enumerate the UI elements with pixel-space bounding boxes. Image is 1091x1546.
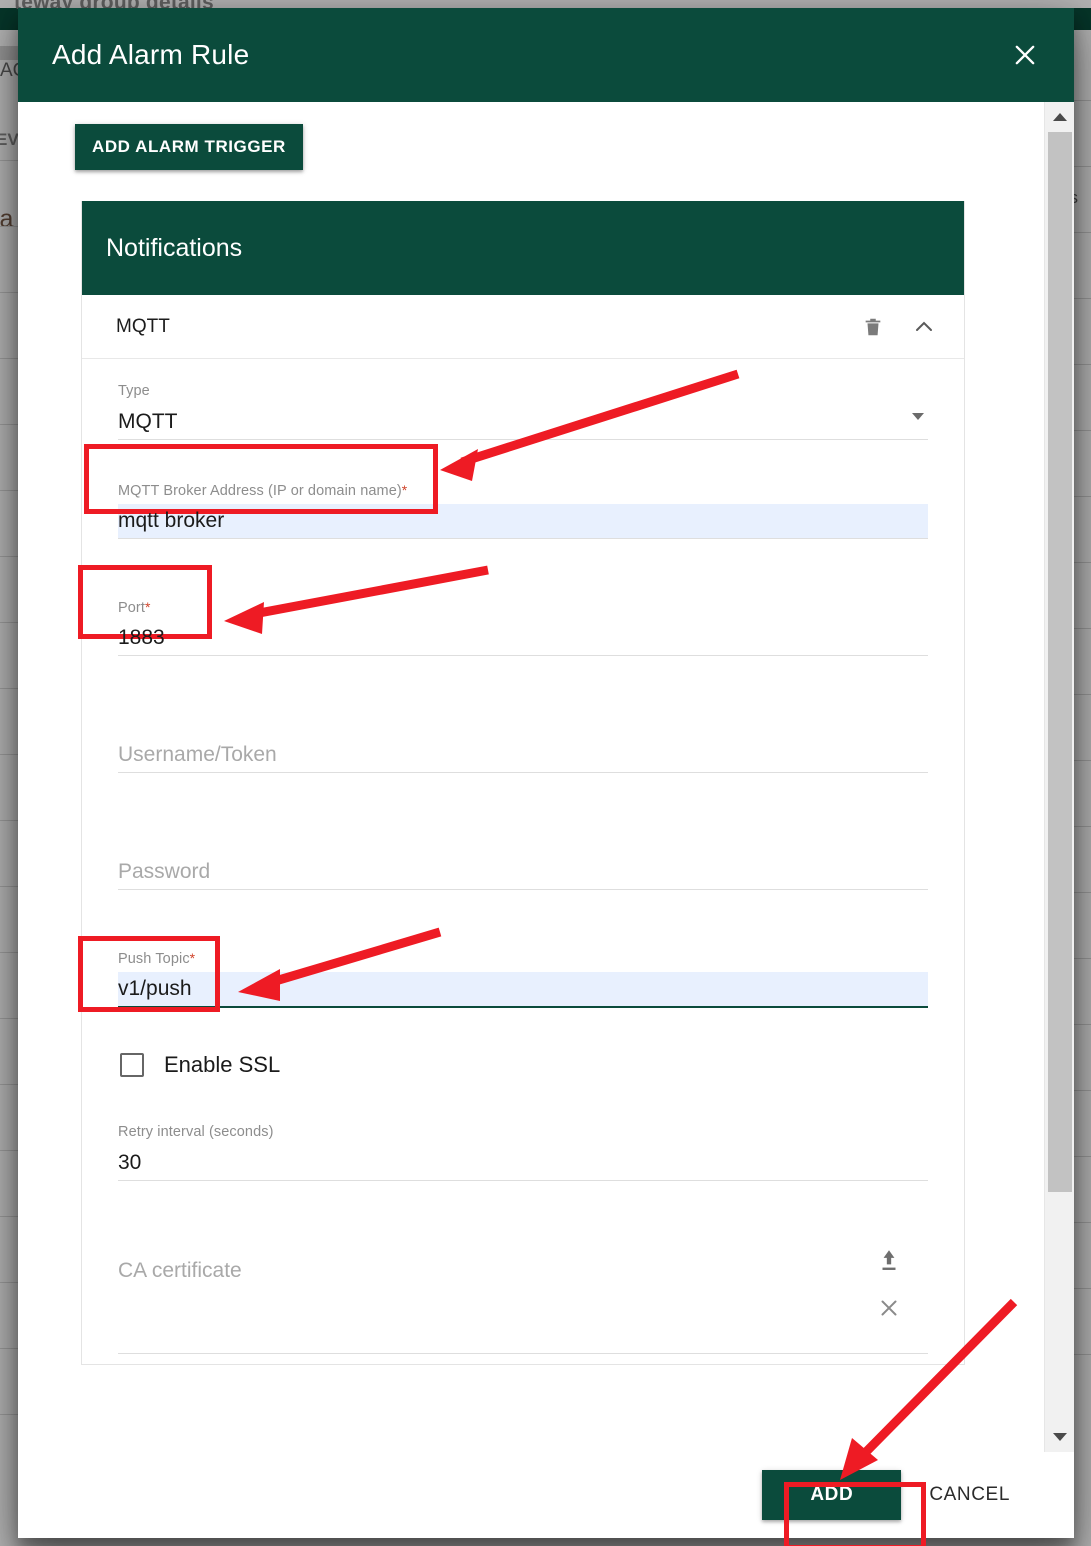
field-username-underline [118, 772, 928, 773]
field-push-topic-underline [118, 1006, 928, 1008]
chevron-up-icon[interactable] [912, 315, 936, 339]
enable-ssl-row[interactable]: Enable SSL [120, 1052, 928, 1078]
ca-certificate-actions [876, 1247, 902, 1321]
add-button[interactable]: ADD [762, 1470, 902, 1520]
field-type[interactable]: Type MQTT [118, 383, 928, 440]
cancel-button[interactable]: CANCEL [919, 1470, 1020, 1520]
close-icon[interactable] [1002, 32, 1048, 78]
field-retry-interval-underline [118, 1180, 928, 1181]
field-push-topic-required-mark: * [189, 950, 196, 966]
field-type-underline [118, 439, 928, 440]
notification-channel-row[interactable]: MQTT [82, 295, 964, 359]
field-mqtt-broker-address[interactable]: MQTT Broker Address (IP or domain name)*… [118, 482, 928, 539]
scrollbar-thumb[interactable] [1048, 132, 1072, 1192]
field-username[interactable]: Username/Token [118, 716, 928, 773]
field-port-label-text: Port [118, 600, 145, 616]
field-ca-certificate-underline [118, 1353, 928, 1354]
field-broker-value: mqtt broker [118, 509, 225, 532]
dialog-scrollbar[interactable] [1044, 102, 1074, 1452]
dialog-body: ADD ALARM TRIGGER Notifications MQTT Typ… [18, 102, 1074, 1452]
dialog-footer: ADD CANCEL [18, 1452, 1074, 1538]
field-broker-required-mark: * [401, 482, 408, 498]
field-type-label: Type [118, 383, 150, 399]
field-push-topic-label: Push Topic* [118, 950, 195, 967]
field-retry-interval-value: 30 [118, 1151, 142, 1174]
enable-ssl-checkbox[interactable] [120, 1053, 144, 1077]
notification-row-actions [862, 315, 936, 339]
scroll-up-arrow[interactable] [1045, 102, 1074, 132]
field-port-required-mark: * [145, 599, 151, 615]
upload-icon[interactable] [876, 1247, 902, 1273]
field-password-underline [118, 889, 928, 890]
clear-icon[interactable] [876, 1295, 902, 1321]
field-password[interactable]: Password [118, 833, 928, 890]
field-push-topic[interactable]: Push Topic* v1/push [118, 950, 928, 1008]
field-type-value: MQTT [118, 410, 178, 433]
field-push-topic-value: v1/push [118, 977, 192, 1000]
screen-root: teway group details AC EV la stosnTTT Ad… [0, 0, 1091, 1546]
field-ca-certificate-placeholder: CA certificate [118, 1259, 242, 1282]
dialog-scroll-content: ADD ALARM TRIGGER Notifications MQTT Typ… [18, 102, 1028, 1452]
field-ca-certificate[interactable]: CA certificate [118, 1237, 928, 1354]
notification-channel-label: MQTT [116, 315, 170, 337]
notifications-section-title: Notifications [82, 201, 964, 295]
field-password-placeholder: Password [118, 860, 211, 883]
enable-ssl-label: Enable SSL [164, 1052, 281, 1077]
notification-fields: Type MQTT MQTT Broker Address (IP or dom… [82, 359, 964, 1364]
field-broker-underline [118, 538, 928, 539]
add-alarm-trigger-button[interactable]: ADD ALARM TRIGGER [75, 124, 303, 170]
field-broker-label-text: MQTT Broker Address (IP or domain name) [118, 483, 402, 499]
field-port-value: 1883 [118, 626, 165, 649]
dialog-header: Add Alarm Rule [18, 8, 1074, 102]
field-push-topic-label-text: Push Topic [118, 951, 190, 967]
dialog-title: Add Alarm Rule [52, 39, 250, 70]
field-username-placeholder: Username/Token [118, 743, 277, 766]
field-port-label: Port* [118, 599, 151, 616]
notifications-card: Notifications MQTT Type MQTT MQTT Broker… [81, 201, 965, 1365]
field-retry-interval[interactable]: Retry interval (seconds) 30 [118, 1124, 928, 1181]
field-port[interactable]: Port* 1883 [118, 599, 928, 656]
trash-icon[interactable] [862, 315, 884, 339]
field-port-underline [118, 655, 928, 656]
field-broker-label: MQTT Broker Address (IP or domain name)* [118, 482, 407, 499]
field-retry-interval-label: Retry interval (seconds) [118, 1124, 274, 1140]
add-alarm-rule-dialog: Add Alarm Rule ADD ALARM TRIGGER Notific… [18, 8, 1074, 1538]
scroll-down-arrow[interactable] [1045, 1422, 1074, 1452]
